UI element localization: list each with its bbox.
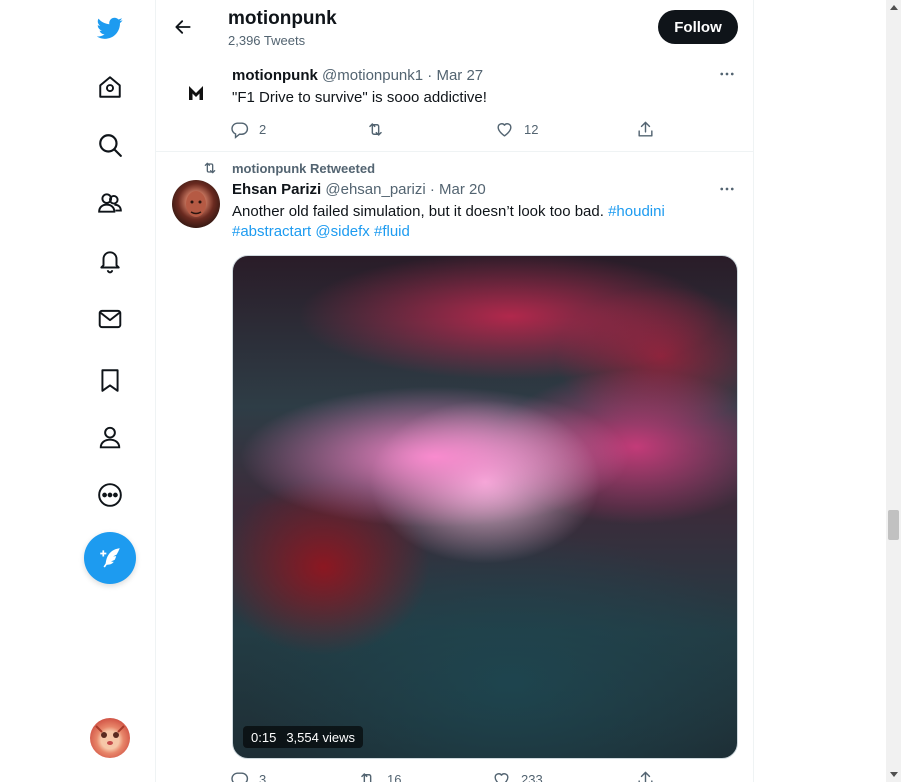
mention-sidefx[interactable]: @sidefx	[315, 223, 369, 240]
follow-button[interactable]: Follow	[658, 10, 738, 44]
video-views: 3,554 views	[286, 729, 355, 745]
separator-dot: ·	[427, 67, 433, 84]
author-avatar[interactable]	[172, 65, 220, 113]
share-button[interactable]	[636, 118, 655, 140]
feather-plus-icon	[100, 548, 120, 568]
tweet[interactable]: motionpunk @motionpunk1 · Mar 27 "F1 Dri…	[156, 53, 753, 152]
profile-header: motionpunk 2,396 Tweets Follow	[156, 0, 753, 53]
tweet-text: Another old failed simulation, but it do…	[232, 202, 702, 242]
communities-icon[interactable]	[86, 179, 134, 227]
reply-icon	[231, 771, 249, 782]
retweet-icon	[369, 122, 382, 136]
motionpunk-logo-icon	[189, 86, 203, 100]
main-timeline: motionpunk 2,396 Tweets Follow motionpun…	[155, 0, 754, 782]
hashtag-abstractart[interactable]: #abstractart	[232, 223, 311, 240]
explore-search-icon[interactable]	[86, 121, 134, 169]
author-handle[interactable]: @motionpunk1	[322, 67, 423, 84]
more-options-icon[interactable]	[86, 471, 134, 519]
reply-button[interactable]: 2	[230, 118, 266, 140]
heart-icon	[494, 772, 509, 782]
messages-mail-icon[interactable]	[86, 295, 134, 343]
hashtag-fluid[interactable]: #fluid	[374, 223, 410, 240]
compose-tweet-button[interactable]	[84, 532, 136, 584]
tweet-actions: 2 12	[230, 118, 660, 140]
author-avatar[interactable]	[172, 180, 220, 228]
retweeted-by-label[interactable]: motionpunk Retweeted	[232, 161, 375, 176]
retweet-context-icon	[204, 162, 216, 174]
tweet-count: 2,396 Tweets	[228, 33, 306, 48]
page-scrollbar[interactable]	[886, 0, 901, 782]
tweet-date[interactable]: Mar 20	[439, 181, 486, 198]
scrollbar-thumb[interactable]	[888, 510, 899, 540]
like-button[interactable]: 12	[495, 118, 538, 140]
retweet-count: 16	[387, 771, 402, 782]
left-nav	[0, 0, 155, 782]
tweet-text-body: Another old failed simulation, but it do…	[232, 203, 604, 220]
retweet-button[interactable]: 16	[358, 768, 401, 782]
profile-icon[interactable]	[86, 413, 134, 461]
reply-button[interactable]: 3	[230, 768, 266, 782]
tweet-video[interactable]: 0:15 3,554 views	[232, 255, 738, 759]
tweet-text: "F1 Drive to survive" is sooo addictive!	[232, 89, 487, 106]
tweet-more-icon[interactable]	[716, 63, 738, 85]
home-icon[interactable]	[86, 63, 134, 111]
retweet-icon	[361, 772, 374, 782]
twitter-logo-icon[interactable]	[86, 4, 134, 52]
video-info-badge: 0:15 3,554 views	[243, 726, 363, 748]
back-button[interactable]	[166, 10, 200, 44]
retweet-button[interactable]	[366, 118, 395, 140]
reply-count: 3	[259, 771, 267, 782]
heart-icon	[497, 122, 512, 137]
notifications-bell-icon[interactable]	[86, 237, 134, 285]
profile-name: motionpunk	[228, 8, 337, 29]
bookmarks-icon[interactable]	[86, 356, 134, 404]
reply-count: 2	[259, 121, 267, 137]
scroll-up-arrow[interactable]	[890, 5, 898, 10]
like-count: 233	[521, 771, 543, 782]
cat-avatar-icon	[95, 725, 125, 745]
retweet-context: motionpunk Retweeted	[202, 160, 375, 176]
like-count: 12	[524, 121, 539, 137]
author-name[interactable]: Ehsan Parizi	[232, 181, 321, 198]
retweeted-tweet[interactable]: motionpunk Retweeted Ehsan Parizi @ehsan…	[156, 152, 753, 782]
tweet-more-icon[interactable]	[716, 178, 738, 200]
tweet-date[interactable]: Mar 27	[436, 67, 483, 84]
share-button[interactable]	[636, 768, 655, 782]
tweet-actions: 3 16 233	[230, 768, 660, 782]
video-duration: 0:15	[251, 729, 277, 745]
account-avatar[interactable]	[90, 718, 130, 758]
like-button[interactable]: 233	[492, 768, 543, 782]
author-name[interactable]: motionpunk	[232, 67, 318, 84]
hashtag-houdini[interactable]: #houdini	[608, 203, 665, 220]
author-handle[interactable]: @ehsan_parizi	[325, 181, 425, 198]
back-arrow-icon	[175, 20, 191, 34]
person-photo-icon	[186, 191, 206, 217]
separator-dot: ·	[429, 181, 435, 198]
scroll-down-arrow[interactable]	[890, 772, 898, 777]
share-icon	[638, 771, 653, 782]
reply-icon	[231, 121, 249, 139]
share-icon	[638, 121, 653, 137]
